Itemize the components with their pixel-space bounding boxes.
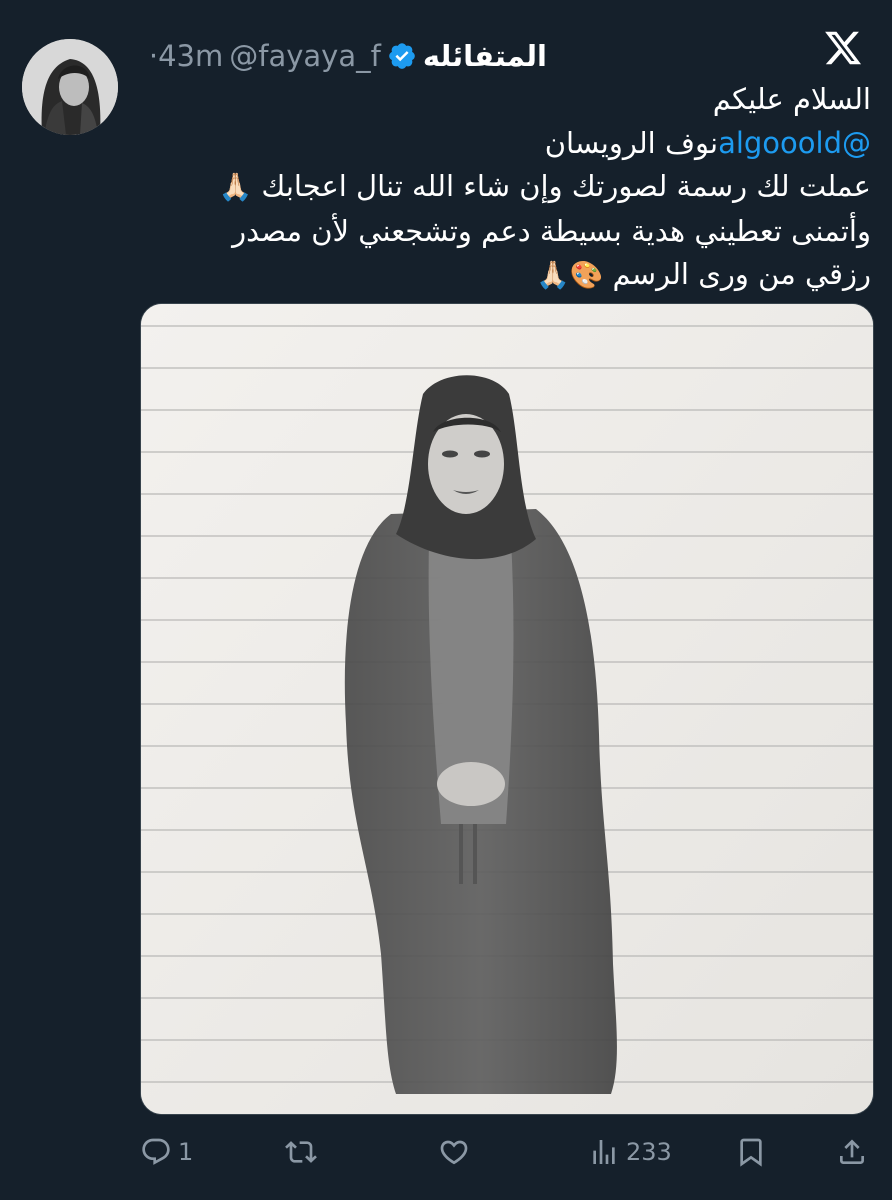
- tweet-line-4: وأتمنى تعطيني هدية بسيطة دعم وتشجعني لأن…: [232, 213, 871, 248]
- views-button[interactable]: 233: [588, 1130, 672, 1174]
- time-value: 43m: [158, 39, 224, 73]
- x-logo-icon[interactable]: [823, 28, 863, 68]
- tweet-text: السلام عليكم @algoooldنوف الرويسان عملت …: [171, 78, 871, 298]
- user-handle[interactable]: @fayaya_f: [229, 39, 381, 73]
- timestamp[interactable]: ·43m: [149, 39, 223, 73]
- tweet-header: المتفائله @fayaya_f ·43m: [149, 34, 547, 78]
- avatar[interactable]: [22, 39, 118, 135]
- tweet-line-2: @algoooldنوف الرويسان: [171, 122, 871, 166]
- retweet-icon: [285, 1141, 317, 1163]
- reply-count: 1: [178, 1138, 194, 1166]
- reply-icon: [142, 1138, 170, 1165]
- reply-button[interactable]: 1: [140, 1130, 193, 1174]
- tweet-line-5: رزقي من ورى الرسم 🎨🙏🏻: [171, 253, 871, 298]
- action-bar: 1 233: [140, 1130, 872, 1174]
- tweet-line-5-text: رزقي من ورى الرسم: [612, 257, 871, 291]
- tweet-line-3-text: عملت لك رسمة لصورتك وإن شاء الله تنال اع…: [261, 169, 871, 203]
- mention-name: نوف الرويسان: [544, 125, 719, 160]
- share-icon: [840, 1139, 864, 1164]
- avatar-portrait: [22, 39, 118, 135]
- separator: ·: [148, 39, 159, 73]
- views-count: 233: [626, 1138, 672, 1166]
- bookmark-button[interactable]: [735, 1130, 767, 1174]
- tweet-line-3: عملت لك رسمة لصورتك وإن شاء الله تنال اع…: [171, 165, 871, 210]
- palette-pray-emoji: 🎨🙏🏻: [536, 260, 604, 291]
- pray-emoji: 🙏🏻: [218, 172, 253, 203]
- heart-icon: [440, 1140, 468, 1165]
- mention-link[interactable]: @algooold: [718, 126, 871, 160]
- views-icon: [593, 1140, 615, 1164]
- tweet-line-1: السلام عليكم: [712, 82, 871, 116]
- share-button[interactable]: [836, 1130, 868, 1174]
- verified-badge-icon: [389, 43, 415, 69]
- retweet-button[interactable]: [285, 1130, 317, 1174]
- pencil-drawing-image: [141, 304, 873, 1114]
- display-name[interactable]: المتفائله: [423, 39, 547, 73]
- tweet-media-image[interactable]: [140, 303, 874, 1115]
- like-button[interactable]: [438, 1130, 476, 1174]
- bookmark-icon: [740, 1138, 762, 1167]
